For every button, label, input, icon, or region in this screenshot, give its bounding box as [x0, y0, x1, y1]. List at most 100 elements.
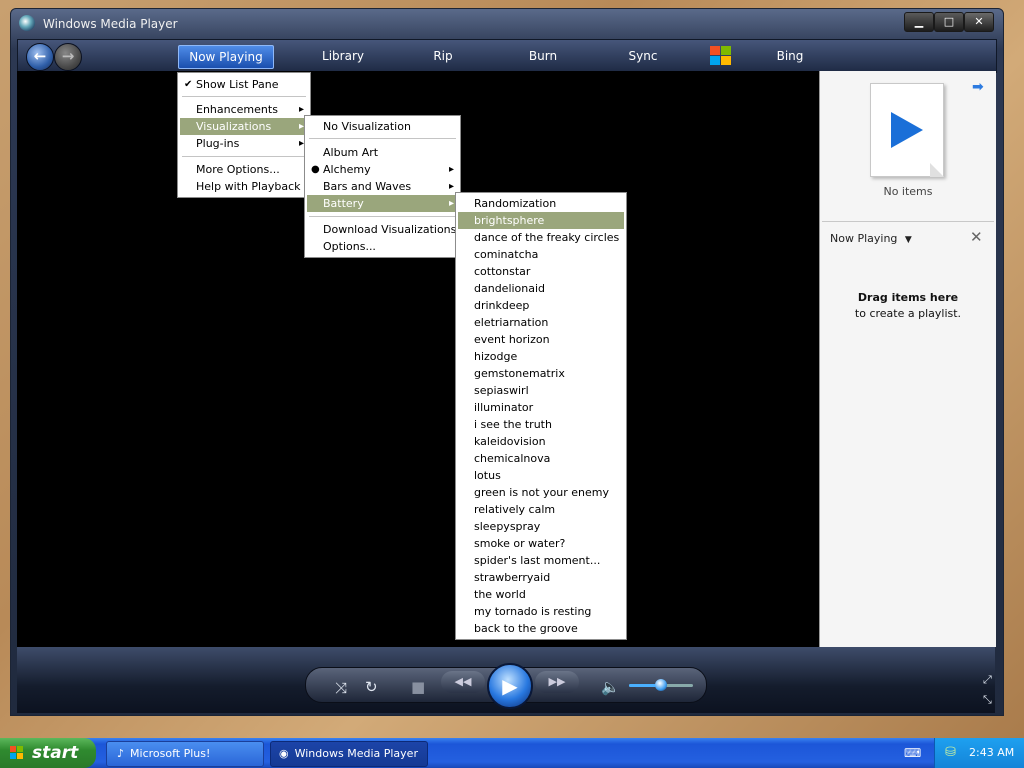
volume-icon[interactable]: 🔈	[601, 678, 620, 696]
stop-icon[interactable]: ■	[411, 678, 425, 696]
arrow-right-icon[interactable]: ➡	[972, 79, 984, 95]
menu-item-visualization[interactable]: kaleidovision	[458, 433, 624, 450]
fullscreen-icon[interactable]: ⤡	[983, 693, 992, 707]
task-label: Windows Media Player	[294, 747, 418, 760]
menu-item-download-visualizations[interactable]: Download Visualizations	[307, 221, 458, 238]
menu-item-visualization[interactable]: cottonstar	[458, 263, 624, 280]
menu-item-plug-ins[interactable]: Plug-ins	[180, 135, 308, 152]
back-button[interactable]: ←	[26, 43, 54, 71]
switch-to-compact-icon[interactable]: ⤢	[983, 673, 992, 687]
menu-item-alchemy[interactable]: ● Alchemy	[307, 161, 458, 178]
menu-item-visualization[interactable]: spider's last moment...	[458, 552, 624, 569]
tab-now-playing[interactable]: Now Playing	[178, 45, 274, 69]
play-button[interactable]: ▶	[487, 663, 533, 709]
menu-item-label: No Visualization	[323, 120, 411, 133]
menu-item-help-playback[interactable]: Help with Playback	[180, 178, 308, 195]
now-playing-thumbnail	[870, 83, 944, 177]
start-button[interactable]: start	[0, 738, 96, 768]
menu-item-show-list-pane[interactable]: ✔ Show List Pane	[180, 76, 308, 93]
media-player-icon: ◉	[279, 747, 289, 760]
tab-library[interactable]: Library	[308, 45, 378, 67]
keyboard-icon[interactable]: ⌨	[904, 746, 921, 760]
menu-item-bars-and-waves[interactable]: Bars and Waves	[307, 178, 458, 195]
menu-item-visualization[interactable]: relatively calm	[458, 501, 624, 518]
menu-item-visualization[interactable]: sleepyspray	[458, 518, 624, 535]
battery-menu: Randomization brightsphere dance of the fr…	[455, 192, 627, 640]
checkmark-icon: ✔	[184, 79, 193, 90]
menu-item-visualization[interactable]: brightsphere	[458, 212, 624, 229]
menu-item-visualization[interactable]: my tornado is resting	[458, 603, 624, 620]
menu-item-options[interactable]: Options...	[307, 238, 458, 255]
volume-slider-thumb[interactable]	[655, 679, 667, 691]
system-tray: ⛁ 2:43 AM	[934, 738, 1024, 768]
previous-button[interactable]: ◀◀	[441, 671, 485, 693]
menu-item-visualization[interactable]: illuminator	[458, 399, 624, 416]
taskbar-item-media-player[interactable]: ◉ Windows Media Player	[270, 741, 428, 767]
menu-separator	[309, 216, 456, 217]
minimize-button[interactable]: ▁	[904, 12, 934, 32]
dropdown-label: Now Playing	[830, 232, 898, 245]
menu-item-visualization[interactable]: cominatcha	[458, 246, 624, 263]
menu-item-visualization[interactable]: sepiaswirl	[458, 382, 624, 399]
tab-bing[interactable]: Bing	[762, 45, 818, 67]
menu-item-label: Album Art	[323, 146, 379, 159]
taskbar: start ♪ Microsoft Plus! ◉ Windows Media Pl…	[0, 738, 1024, 768]
tab-rip[interactable]: Rip	[418, 45, 468, 67]
note-icon: ♪	[117, 747, 125, 760]
task-label: Microsoft Plus!	[130, 747, 211, 760]
list-pane: ➡ No items Now Playing ▼ ✕ Drag items he…	[819, 71, 996, 647]
menu-item-label: Show List Pane	[196, 78, 279, 91]
repeat-icon[interactable]: ↻	[365, 678, 378, 696]
tab-burn[interactable]: Burn	[518, 45, 568, 67]
clock: 2:43 AM	[969, 746, 1015, 759]
menu-item-visualization[interactable]: chemicalnova	[458, 450, 624, 467]
menu-item-visualization[interactable]: dance of the freaky circles	[458, 229, 624, 246]
menu-item-visualization[interactable]: dandelionaid	[458, 280, 624, 297]
menu-item-visualization[interactable]: lotus	[458, 467, 624, 484]
window-title: Windows Media Player	[43, 17, 178, 31]
menu-item-label: Enhancements	[196, 103, 278, 116]
menu-item-visualizations[interactable]: Visualizations	[180, 118, 308, 135]
menu-item-visualization[interactable]: eletriarnation	[458, 314, 624, 331]
visualizations-menu: No Visualization Album Art ●Alchemy Bars…	[304, 115, 461, 258]
menu-item-visualization[interactable]: hizodge	[458, 348, 624, 365]
menu-item-enhancements[interactable]: Enhancements	[180, 101, 308, 118]
next-button[interactable]: ▶▶	[535, 671, 579, 693]
menu-item-more-options[interactable]: More Options...	[180, 161, 308, 178]
menu-item-visualization[interactable]: drinkdeep	[458, 297, 624, 314]
menu-separator	[182, 156, 306, 157]
menu-item-visualization[interactable]: event horizon	[458, 331, 624, 348]
menu-item-label: Plug-ins	[196, 137, 240, 150]
menu-item-visualization[interactable]: green is not your enemy	[458, 484, 624, 501]
tab-sync[interactable]: Sync	[618, 45, 668, 67]
start-label: start	[32, 743, 79, 763]
menu-item-visualization[interactable]: i see the truth	[458, 416, 624, 433]
clear-list-icon[interactable]: ✕	[970, 228, 983, 246]
navigation-bar: ← → Now Playing Library Rip Burn Sync Bi…	[17, 39, 997, 73]
menu-separator	[182, 96, 306, 97]
now-playing-dropdown[interactable]: Now Playing ▼	[830, 232, 912, 245]
taskbar-item-microsoft-plus[interactable]: ♪ Microsoft Plus!	[106, 741, 264, 767]
drag-hint-subtitle: to create a playlist.	[854, 307, 962, 320]
close-button[interactable]: ✕	[964, 12, 994, 32]
menu-item-label: Options...	[323, 240, 376, 253]
menu-item-visualization[interactable]: Randomization	[458, 195, 624, 212]
menu-item-visualization[interactable]: strawberryaid	[458, 569, 624, 586]
menu-item-album-art[interactable]: Album Art	[307, 144, 458, 161]
forward-button[interactable]: →	[54, 43, 82, 71]
menu-separator	[309, 138, 456, 139]
menu-item-visualization[interactable]: back to the groove	[458, 620, 624, 637]
windows-logo-icon	[710, 46, 732, 66]
network-icon[interactable]: ⛁	[945, 745, 956, 760]
menu-item-battery[interactable]: Battery	[307, 195, 458, 212]
menu-item-label: Visualizations	[196, 120, 272, 133]
menu-item-visualization[interactable]: the world	[458, 586, 624, 603]
menu-item-visualization[interactable]: smoke or water?	[458, 535, 624, 552]
maximize-button[interactable]: □	[934, 12, 964, 32]
menu-item-visualization[interactable]: gemstonematrix	[458, 365, 624, 382]
menu-item-no-visualization[interactable]: No Visualization	[307, 118, 458, 135]
chevron-down-icon: ▼	[904, 235, 912, 245]
no-items-label: No items	[883, 185, 933, 198]
title-bar[interactable]: Windows Media Player ▁ □ ✕	[11, 9, 1003, 39]
shuffle-icon[interactable]: ⤨	[335, 679, 347, 697]
